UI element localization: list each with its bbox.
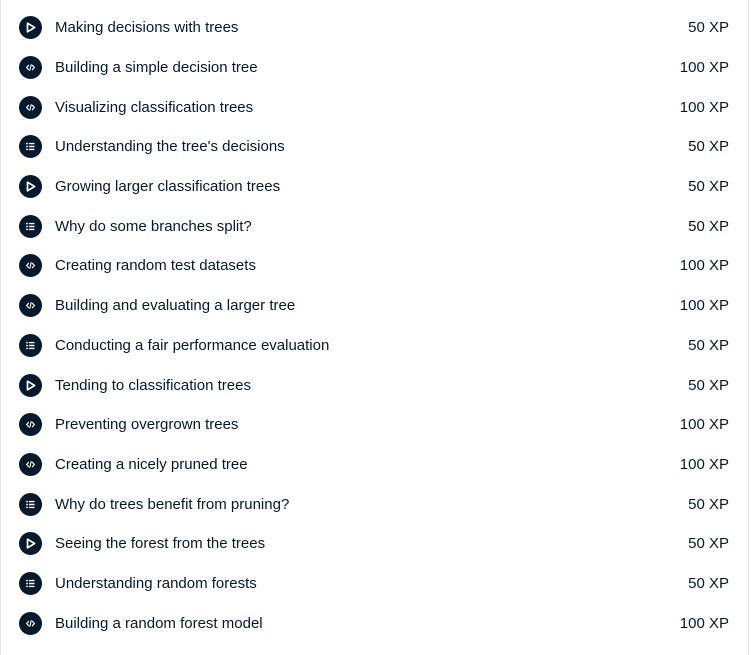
exercise-row[interactable]: Tending to classification trees 50 XP [1, 365, 748, 405]
exercise-xp: 50 XP [688, 495, 729, 513]
exercise-title[interactable]: Building a simple decision tree [55, 59, 680, 76]
code-icon [19, 254, 42, 278]
exercise-title[interactable]: Creating a nicely pruned tree [55, 456, 680, 473]
exercise-xp: 100 XP [679, 416, 729, 434]
exercise-title[interactable]: Making decisions with trees [55, 19, 688, 36]
exercise-xp: 100 XP [679, 455, 729, 473]
exercise-xp: 50 XP [688, 138, 729, 156]
exercise-title[interactable]: Building a random forest model [55, 615, 680, 632]
exercise-xp: 100 XP [679, 614, 729, 632]
exercise-xp: 50 XP [688, 217, 729, 235]
code-icon [19, 294, 42, 318]
exercise-xp: 50 XP [688, 19, 729, 37]
list-icon [19, 333, 42, 357]
exercise-title[interactable]: Conducting a fair performance evaluation [55, 337, 688, 354]
exercise-title[interactable]: Building and evaluating a larger tree [55, 297, 680, 314]
exercise-title[interactable]: Understanding random forests [55, 575, 688, 592]
code-icon [19, 452, 42, 476]
video-icon [19, 532, 42, 556]
exercise-title[interactable]: Seeing the forest from the trees [55, 535, 688, 552]
exercise-row[interactable]: Creating a nicely pruned tree 100 XP [1, 445, 748, 485]
exercise-row[interactable]: Creating random test datasets 100 XP [1, 246, 748, 286]
exercise-title[interactable]: Visualizing classification trees [55, 99, 680, 116]
exercise-xp: 50 XP [688, 336, 729, 354]
exercise-row[interactable]: Growing larger classification trees 50 XP [1, 167, 748, 207]
code-icon [19, 95, 42, 119]
exercise-row[interactable]: Building a simple decision tree 100 XP [1, 48, 748, 88]
code-icon [19, 413, 42, 437]
exercise-xp: 50 XP [688, 574, 729, 592]
exercise-list-panel: Making decisions with trees 50 XP Building… [0, 0, 749, 655]
exercise-xp: 100 XP [679, 297, 729, 315]
exercise-row[interactable]: Conducting a fair performance evaluation… [1, 326, 748, 366]
exercise-list: Making decisions with trees 50 XP Building… [1, 8, 748, 643]
exercise-row[interactable]: Why do some branches split? 50 XP [1, 206, 748, 246]
list-icon [19, 492, 42, 516]
exercise-row[interactable]: Building and evaluating a larger tree 100… [1, 286, 748, 326]
video-icon [19, 16, 42, 40]
exercise-title[interactable]: Preventing overgrown trees [55, 416, 680, 433]
list-icon [19, 571, 42, 595]
exercise-row[interactable]: Building a random forest model 100 XP [1, 603, 748, 643]
exercise-row[interactable]: Visualizing classification trees 100 XP [1, 87, 748, 127]
exercise-row[interactable]: Understanding random forests 50 XP [1, 564, 748, 604]
exercise-title[interactable]: Creating random test datasets [55, 257, 680, 274]
video-icon [19, 373, 42, 397]
list-icon [19, 135, 42, 159]
exercise-title[interactable]: Why do some branches split? [55, 218, 688, 235]
video-icon [19, 175, 42, 199]
exercise-title[interactable]: Understanding the tree's decisions [55, 138, 688, 155]
exercise-title[interactable]: Why do trees benefit from pruning? [55, 496, 688, 513]
exercise-xp: 50 XP [688, 535, 729, 553]
exercise-title[interactable]: Growing larger classification trees [55, 178, 688, 195]
exercise-xp: 50 XP [688, 376, 729, 394]
exercise-xp: 100 XP [679, 98, 729, 116]
list-icon [19, 214, 42, 238]
exercise-xp: 100 XP [679, 59, 729, 77]
exercise-row[interactable]: Why do trees benefit from pruning? 50 XP [1, 484, 748, 524]
exercise-xp: 50 XP [688, 178, 729, 196]
exercise-row[interactable]: Seeing the forest from the trees 50 XP [1, 524, 748, 564]
code-icon [19, 611, 42, 635]
exercise-row[interactable]: Making decisions with trees 50 XP [1, 8, 748, 48]
exercise-title[interactable]: Tending to classification trees [55, 377, 688, 394]
code-icon [19, 56, 42, 80]
exercise-row[interactable]: Preventing overgrown trees 100 XP [1, 405, 748, 445]
exercise-row[interactable]: Understanding the tree's decisions 50 XP [1, 127, 748, 167]
exercise-xp: 100 XP [679, 257, 729, 275]
